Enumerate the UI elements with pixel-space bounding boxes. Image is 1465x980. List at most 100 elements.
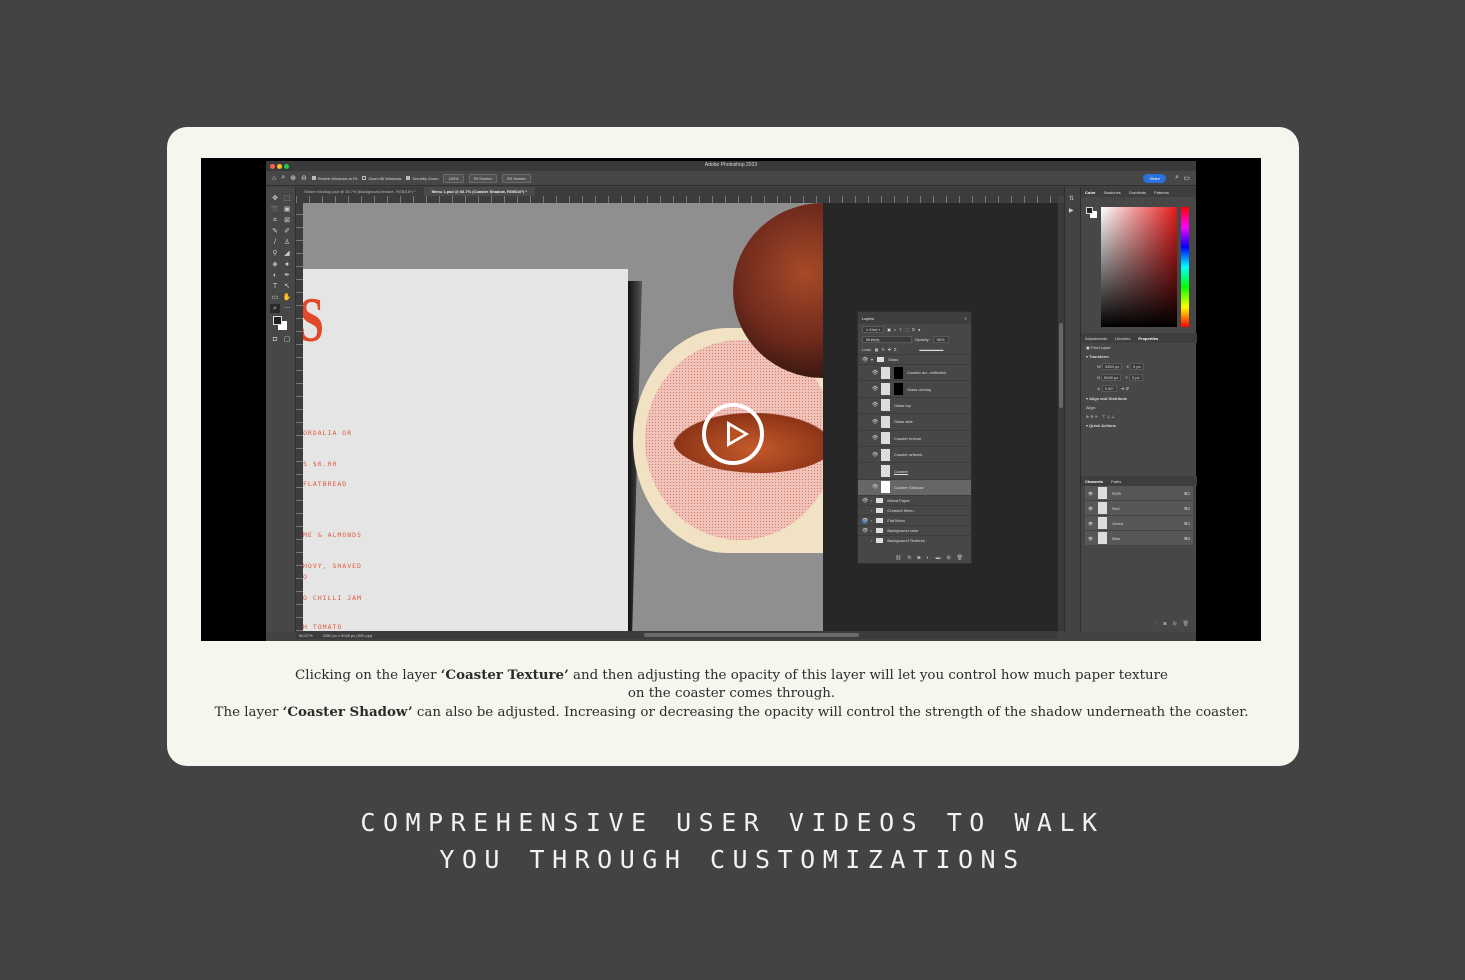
eye-icon[interactable]: 👁 bbox=[862, 357, 868, 363]
fx-icon[interactable]: fx bbox=[907, 555, 911, 561]
eye-icon[interactable]: 👁 bbox=[862, 528, 868, 534]
channel-row-rgb[interactable]: 👁 RGB ⌘2 bbox=[1085, 486, 1193, 501]
workspace-icon[interactable]: ▭ bbox=[1183, 174, 1190, 182]
trash-icon[interactable]: 🗑 bbox=[957, 555, 963, 561]
new-channel-icon[interactable]: ⊞ bbox=[1172, 621, 1176, 627]
frame-tool-icon[interactable]: ⊠ bbox=[282, 216, 292, 225]
new-layer-icon[interactable]: ⊞ bbox=[946, 555, 950, 561]
healing-tool-icon[interactable]: ✐ bbox=[282, 227, 292, 236]
link-layers-icon[interactable]: ⛓ bbox=[895, 555, 901, 561]
channel-row-red[interactable]: 👁 Red ⌘3 bbox=[1085, 501, 1193, 516]
layer-row[interactable]: 👁 Glass overlay bbox=[858, 380, 971, 396]
tab-paths[interactable]: Paths bbox=[1111, 479, 1121, 484]
tab-patterns[interactable]: Patterns bbox=[1154, 190, 1169, 195]
tab-channels[interactable]: Channels bbox=[1085, 479, 1103, 484]
blend-mode-select[interactable]: Multiply bbox=[862, 335, 912, 343]
layer-group[interactable]: › Background Textures bbox=[858, 535, 971, 545]
hue-slider[interactable] bbox=[1181, 207, 1189, 327]
x-input[interactable]: 0 px bbox=[1130, 363, 1144, 370]
trash-icon[interactable]: 🗑 bbox=[1183, 621, 1189, 627]
layer-row[interactable]: 👁 Glass side bbox=[858, 413, 971, 429]
eye-icon[interactable]: 👁 bbox=[862, 517, 868, 524]
align-middle-icon[interactable]: ⊥ bbox=[1107, 414, 1110, 419]
eye-icon[interactable]: 👁 bbox=[872, 435, 878, 441]
eye-icon[interactable]: 👁 bbox=[872, 452, 878, 458]
eye-icon[interactable]: 👁 bbox=[872, 370, 878, 376]
blur-tool-icon[interactable]: ● bbox=[282, 260, 292, 269]
width-input[interactable]: 3350 px bbox=[1101, 363, 1123, 370]
eye-icon[interactable]: 👁 bbox=[1088, 491, 1093, 496]
filter-adjustment-icon[interactable]: ◐ bbox=[894, 327, 896, 332]
rectangle-tool-icon[interactable]: ▭ bbox=[270, 293, 280, 302]
layer-group[interactable]: 👁 › Flat Menu bbox=[858, 515, 971, 525]
foreground-color-swatch[interactable] bbox=[273, 316, 282, 325]
fit-screen-button[interactable]: Fit Screen bbox=[468, 173, 497, 183]
layer-row[interactable]: 👁 Glass top bbox=[858, 396, 971, 413]
brush-tool-icon[interactable]: / bbox=[270, 238, 280, 247]
layer-row-selected[interactable]: 👁 Coaster Shadow bbox=[858, 478, 971, 496]
vertical-scroll-thumb[interactable] bbox=[1059, 323, 1063, 408]
tab-layers[interactable]: Layers bbox=[862, 316, 874, 321]
eraser-tool-icon[interactable]: ◢ bbox=[282, 249, 292, 258]
zoom-tool-icon[interactable]: ⌕ bbox=[270, 304, 280, 313]
load-selection-icon[interactable]: ◌ bbox=[1154, 621, 1157, 627]
y-input[interactable]: 0 px bbox=[1128, 374, 1143, 381]
move-tool-icon[interactable]: ✥ bbox=[270, 194, 280, 203]
channel-row-blue[interactable]: 👁 Blue ⌘5 bbox=[1085, 531, 1193, 546]
stamp-tool-icon[interactable]: ♙ bbox=[282, 238, 292, 247]
panel-foreground-swatch[interactable] bbox=[1086, 207, 1093, 214]
eye-icon[interactable]: 👁 bbox=[872, 402, 878, 408]
eye-icon[interactable]: 👁 bbox=[872, 484, 878, 490]
history-panel-icon[interactable]: ⇅ bbox=[1069, 195, 1074, 202]
tab-libraries[interactable]: Libraries bbox=[1115, 336, 1130, 341]
horizontal-scrollbar[interactable] bbox=[644, 633, 859, 637]
channel-row-green[interactable]: 👁 Green ⌘4 bbox=[1085, 516, 1193, 531]
opacity-input[interactable]: 96% bbox=[932, 335, 949, 343]
quick-actions-section[interactable]: ▾ Quick Actions bbox=[1081, 421, 1197, 430]
scrubby-zoom-checkbox[interactable]: Scrubby Zoom bbox=[406, 176, 438, 181]
layer-group[interactable]: 👁 › Mixed Paper bbox=[858, 495, 971, 505]
zoom-readout[interactable]: 66.67% bbox=[299, 633, 313, 638]
lasso-tool-icon[interactable]: ➰ bbox=[270, 205, 280, 214]
paint-bucket-icon[interactable]: ◈ bbox=[270, 260, 280, 269]
eye-icon[interactable]: 👁 bbox=[1088, 521, 1093, 526]
layer-group[interactable]: › Creased Menu bbox=[858, 505, 971, 515]
color-picker-field[interactable] bbox=[1101, 207, 1177, 327]
add-mask-icon[interactable]: ◙ bbox=[917, 555, 920, 561]
angle-input[interactable]: 0.00° bbox=[1101, 385, 1118, 392]
align-left-icon[interactable]: ⊫ bbox=[1086, 414, 1089, 419]
quick-mask-icon[interactable]: ◘ bbox=[270, 335, 280, 344]
layer-row[interactable]: 👁 Coaster art...reflection bbox=[858, 364, 971, 380]
lock-artboard-icon[interactable]: ⌗ bbox=[894, 347, 896, 352]
flip-horizontal-icon[interactable]: ⇹ bbox=[1121, 386, 1124, 391]
dodge-tool-icon[interactable]: ◐ bbox=[270, 271, 280, 280]
path-select-icon[interactable]: ↖ bbox=[282, 282, 292, 291]
type-tool-icon[interactable]: T bbox=[270, 282, 280, 291]
lock-position-icon[interactable]: ✥ bbox=[888, 347, 891, 352]
lock-transparent-icon[interactable]: ▦ bbox=[875, 347, 879, 352]
new-group-icon[interactable]: ▬ bbox=[935, 555, 940, 561]
layer-group-glass[interactable]: 👁 ▾ Glass bbox=[858, 354, 971, 364]
history-brush-icon[interactable]: ⚲ bbox=[270, 249, 280, 258]
doc-tab-sticker-mockup[interactable]: Sticker Mockup.psd @ 16.7% (Background t… bbox=[296, 187, 424, 196]
adjustment-layer-icon[interactable]: ◐ bbox=[926, 555, 929, 561]
align-section[interactable]: ▾ Align and Distribute bbox=[1081, 394, 1197, 403]
object-select-tool-icon[interactable]: ▣ bbox=[282, 205, 292, 214]
tab-properties[interactable]: Properties bbox=[1138, 336, 1158, 341]
eyedropper-tool-icon[interactable]: ✎ bbox=[270, 227, 280, 236]
play-icon[interactable] bbox=[702, 403, 764, 465]
eye-icon[interactable]: 👁 bbox=[1088, 506, 1093, 511]
hand-tool-icon[interactable]: ✋ bbox=[282, 293, 292, 302]
align-right-icon[interactable]: ⊩ bbox=[1095, 414, 1098, 419]
align-bottom-icon[interactable]: ⊥ bbox=[1111, 414, 1114, 419]
fill-screen-button[interactable]: Fill Screen bbox=[501, 173, 531, 183]
eye-icon[interactable]: 👁 bbox=[872, 386, 878, 392]
align-center-icon[interactable]: ⊪ bbox=[1091, 414, 1094, 419]
filter-toggle-icon[interactable]: ● bbox=[918, 327, 920, 332]
eye-icon[interactable]: 👁 bbox=[862, 498, 868, 504]
eye-icon[interactable]: 👁 bbox=[1088, 536, 1093, 541]
zoom-all-windows-checkbox[interactable]: Zoom All Windows bbox=[362, 176, 401, 181]
layer-row[interactable]: 👁 Coaster texture bbox=[858, 429, 971, 446]
filter-type-icon[interactable]: T bbox=[899, 327, 901, 332]
zoom-tool-icon[interactable]: ⌕ bbox=[281, 174, 285, 182]
